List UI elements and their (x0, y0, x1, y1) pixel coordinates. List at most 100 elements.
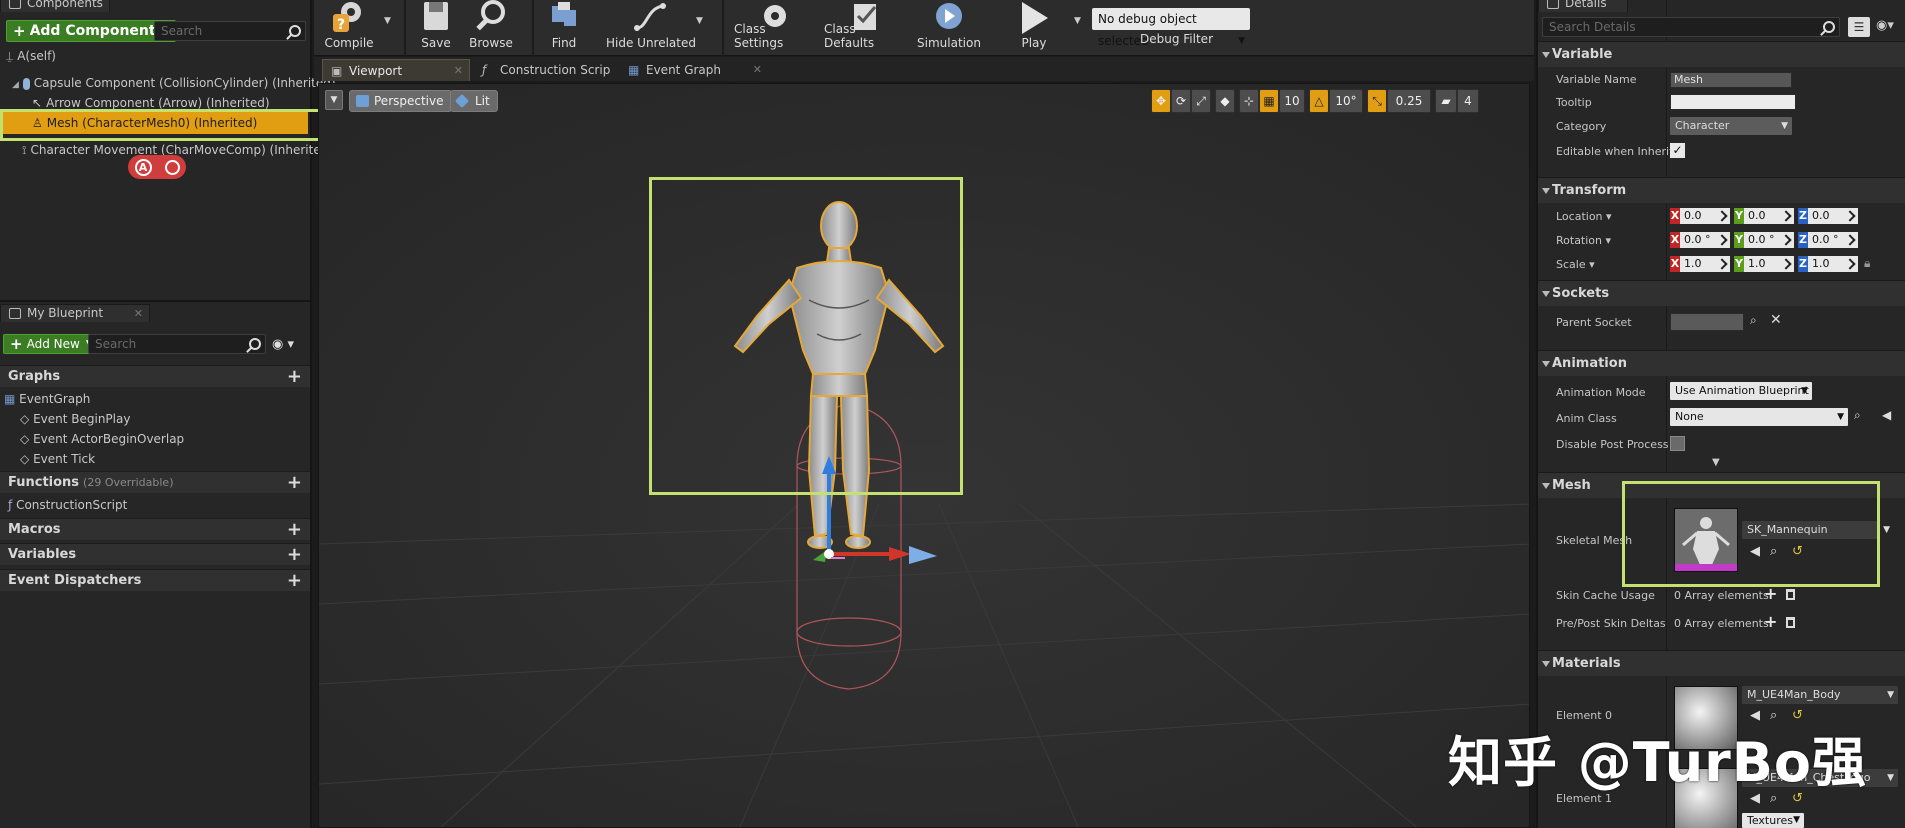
details-search-input[interactable]: Search Details (1542, 17, 1840, 37)
perspective-button[interactable]: Perspective (349, 90, 452, 112)
close-icon[interactable]: ✕ (753, 59, 762, 81)
clear-icon[interactable]: ✕ (1770, 312, 1782, 328)
location-x-input[interactable]: 0.0 (1680, 208, 1730, 224)
hide-unrelated-button[interactable]: Hide Unrelated (596, 0, 706, 56)
editable-inherited-checkbox[interactable]: ✓ (1670, 143, 1685, 158)
section-event-dispatchers[interactable]: Event Dispatchers + (0, 569, 310, 591)
scale-y-input[interactable]: 1.0 (1744, 256, 1794, 272)
expand-advanced-icon[interactable]: ▼ (1712, 457, 1720, 468)
component-item-self[interactable]: ⍊ A(self) (6, 47, 56, 65)
function-item-construction[interactable]: ƒ ConstructionScript (8, 496, 127, 514)
lock-icon[interactable]: 🔒︎ (1864, 256, 1870, 271)
tab-details[interactable]: Details (1538, 0, 1628, 12)
find-button[interactable]: Find (540, 0, 588, 56)
search-icon[interactable]: ⌕ (1770, 544, 1777, 559)
variable-name-input[interactable]: Mesh (1670, 72, 1792, 88)
eye-icon[interactable]: ◉ ▾ (272, 337, 294, 352)
component-item-capsule[interactable]: ◢ Capsule Component (CollisionCylinder) … (12, 74, 336, 92)
scale-snap-value[interactable]: 0.25 (1387, 89, 1431, 113)
use-selected-arrow-icon[interactable]: ◀ (1882, 408, 1891, 422)
textures-dropdown[interactable]: Textures ▼ (1742, 813, 1804, 828)
scale-z-input[interactable]: 1.0 (1808, 256, 1858, 272)
location-label[interactable]: Location ▾ (1556, 210, 1612, 223)
section-sockets[interactable]: Sockets (1538, 280, 1905, 306)
skeletal-mesh-select[interactable]: SK_Mannequin ▼ (1742, 521, 1890, 539)
skeletal-mesh-thumbnail[interactable] (1674, 508, 1738, 572)
compile-button[interactable]: ? Compile (318, 0, 380, 56)
rotation-snap-toggle[interactable]: △ (1309, 89, 1329, 113)
overlay-mini-toolbar[interactable]: A (128, 155, 186, 179)
tab-viewport[interactable]: ▣ Viewport ✕ (322, 59, 470, 81)
grid-snap-toggle[interactable]: ▦ (1259, 89, 1279, 113)
viewport-options-button[interactable]: ▼ (325, 90, 343, 110)
search-icon[interactable]: ⌕ (1854, 408, 1861, 423)
rotate-tool-button[interactable]: ⟳ (1171, 89, 1191, 113)
section-transform[interactable]: Transform (1538, 177, 1905, 203)
rotation-z-input[interactable]: 0.0 ° (1808, 232, 1858, 248)
close-icon[interactable]: ✕ (454, 60, 463, 82)
section-graphs[interactable]: Graphs + (0, 365, 310, 387)
category-select[interactable]: Character ▼ (1670, 117, 1792, 135)
add-new-button[interactable]: + Add New ▼ (3, 334, 100, 354)
disable-post-process-checkbox[interactable] (1670, 436, 1685, 451)
save-button[interactable]: Save (414, 0, 458, 56)
search-icon[interactable] (164, 159, 180, 175)
world-local-button[interactable]: ◆ (1215, 89, 1235, 113)
add-element-icon[interactable]: + (1764, 612, 1777, 631)
tooltip-input[interactable] (1670, 94, 1796, 110)
trash-icon[interactable] (1786, 617, 1795, 628)
graph-item-eventgraph[interactable]: ▦ EventGraph (4, 390, 90, 408)
trash-icon[interactable] (1786, 589, 1795, 600)
tab-components[interactable]: Components (0, 0, 110, 12)
simulation-button[interactable]: Simulation (914, 0, 984, 56)
section-materials[interactable]: Materials (1538, 650, 1905, 676)
scale-tool-button[interactable]: ⤢ (1191, 89, 1211, 113)
surface-snap-button[interactable]: ⊹ (1239, 89, 1259, 113)
material0-select[interactable]: M_UE4Man_Body ▼ (1742, 686, 1898, 704)
tab-construction-script[interactable]: ƒ Construction Scrip (474, 59, 616, 81)
add-variable-button[interactable]: + (287, 544, 302, 566)
blueprint-search-input[interactable]: Search (88, 334, 266, 354)
add-element-icon[interactable]: + (1764, 584, 1777, 603)
class-defaults-button[interactable]: Class Defaults (824, 0, 908, 56)
location-y-input[interactable]: 0.0 (1744, 208, 1794, 224)
viewport-canvas[interactable]: ▼ Perspective Lit ✥ ⟳ ⤢ ◆ ⊹ ▦ 10 △ 10° ⤡… (318, 83, 1530, 828)
section-animation[interactable]: Animation (1538, 350, 1905, 376)
chevron-down-icon[interactable]: ▼ (384, 16, 391, 26)
components-search-input[interactable]: Search (154, 21, 306, 41)
chevron-down-icon[interactable]: ▼ (1074, 16, 1081, 26)
translate-tool-button[interactable]: ✥ (1151, 89, 1171, 113)
list-view-icon[interactable]: ☰ (1848, 17, 1870, 37)
add-macro-button[interactable]: + (287, 519, 302, 541)
rotation-x-input[interactable]: 0.0 ° (1680, 232, 1730, 248)
add-component-button[interactable]: + Add Component ▼ (6, 20, 176, 42)
tab-my-blueprint[interactable]: My Blueprint ✕ (0, 304, 150, 322)
graph-item-tick[interactable]: ◇ Event Tick (20, 450, 95, 468)
debug-object-select[interactable]: No debug object selected ▼ (1092, 8, 1250, 48)
ai-button[interactable]: A (134, 158, 152, 176)
eye-icon[interactable]: ◉▾ (1876, 18, 1894, 33)
component-item-mesh[interactable]: ♙ Mesh (CharacterMesh0) (Inherited) (32, 114, 257, 132)
graph-item-beginoverlap[interactable]: ◇ Event ActorBeginOverlap (20, 430, 184, 448)
scale-x-input[interactable]: 1.0 (1680, 256, 1730, 272)
browse-button[interactable]: Browse (464, 0, 518, 56)
grid-snap-value[interactable]: 10 (1279, 89, 1305, 113)
location-z-input[interactable]: 0.0 (1808, 208, 1858, 224)
use-selected-arrow-icon[interactable]: ◀ (1750, 544, 1760, 559)
class-settings-button[interactable]: Class Settings (734, 0, 816, 56)
anim-class-select[interactable]: None ▼ (1670, 408, 1848, 426)
add-graph-button[interactable]: + (287, 366, 302, 388)
section-macros[interactable]: Macros + (0, 518, 310, 540)
rotation-label[interactable]: Rotation ▾ (1556, 234, 1611, 247)
reset-arrow-icon[interactable]: ↺ (1792, 544, 1803, 559)
component-item-arrow[interactable]: ↖ Arrow Component (Arrow) (Inherited) (32, 94, 270, 112)
section-variable[interactable]: Variable (1538, 41, 1905, 67)
play-button[interactable]: Play (1004, 0, 1064, 56)
close-icon[interactable]: ✕ (134, 305, 143, 322)
camera-speed-value[interactable]: 4 (1457, 89, 1479, 113)
rotation-y-input[interactable]: 0.0 ° (1744, 232, 1794, 248)
section-variables[interactable]: Variables + (0, 543, 310, 565)
parent-socket-field[interactable] (1670, 313, 1744, 331)
camera-speed-icon[interactable]: ▰ (1435, 89, 1457, 113)
lit-button[interactable]: Lit (450, 90, 498, 112)
